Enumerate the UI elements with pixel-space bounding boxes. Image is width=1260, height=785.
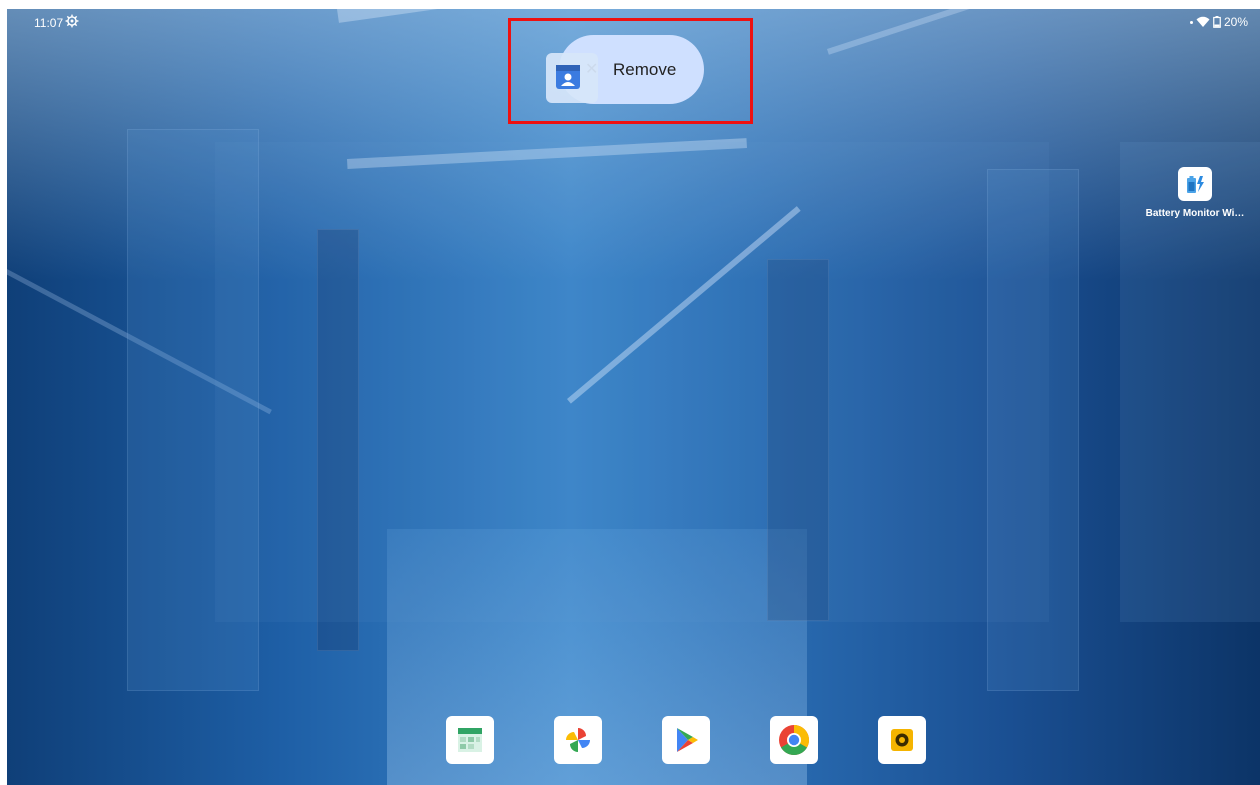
play-store-icon: [677, 728, 698, 752]
yellow-camera-icon: [891, 729, 913, 751]
battery-icon: [1213, 16, 1221, 28]
dock-app-chrome[interactable]: [770, 716, 818, 764]
status-indicators: 20%: [1189, 15, 1248, 29]
app-label: Battery Monitor Wi…: [1145, 208, 1245, 219]
sheets-calendar-icon: [458, 728, 482, 752]
drop-target-highlight: [508, 18, 753, 124]
dock-app-camera[interactable]: [878, 716, 926, 764]
dock-app-photos[interactable]: [554, 716, 602, 764]
home-screen[interactable]: 11:07 20% ✕ Remove: [7, 9, 1260, 785]
chrome-icon: [779, 725, 810, 756]
battery-monitor-icon: [1178, 167, 1212, 201]
gear-icon: [65, 14, 79, 28]
dock-app-play-store[interactable]: [662, 716, 710, 764]
photos-pinwheel-icon: [566, 728, 590, 752]
signal-dot: [1189, 20, 1193, 24]
status-time: 11:07: [34, 16, 64, 30]
dock-app-sheets[interactable]: [446, 716, 494, 764]
app-battery-monitor[interactable]: Battery Monitor Wi…: [1140, 167, 1250, 219]
wifi-icon: [1196, 16, 1210, 27]
widget-area: [215, 142, 1049, 622]
battery-percent: 20%: [1223, 15, 1248, 29]
